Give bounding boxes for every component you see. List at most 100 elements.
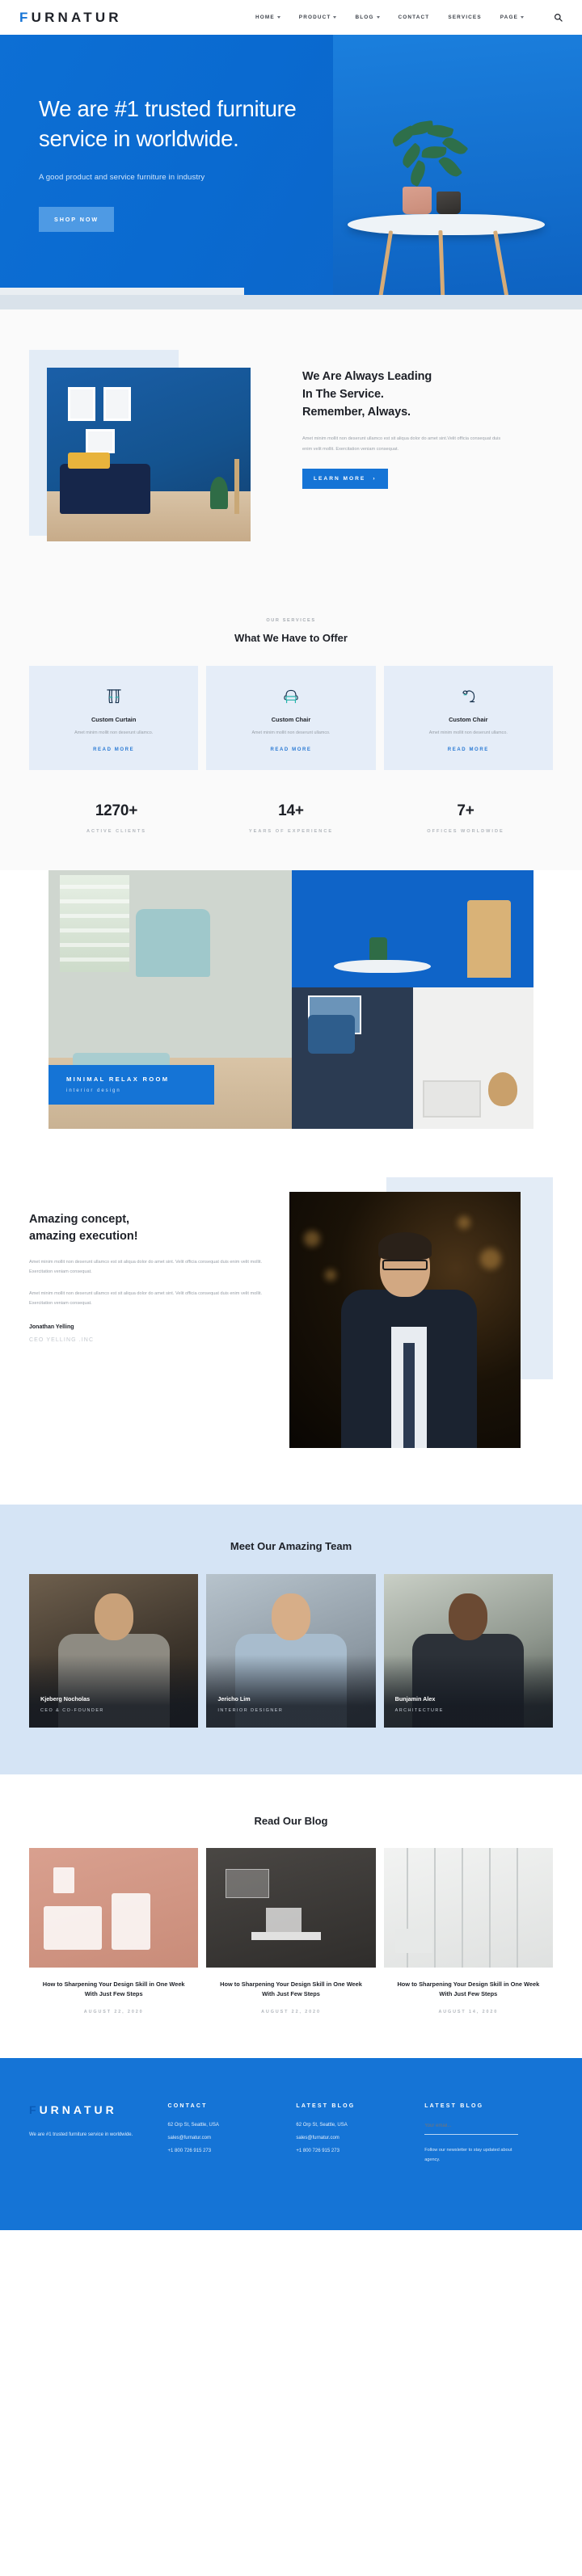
gallery-plant [369,937,387,962]
footer-logo-rest: URNATUR [39,2103,117,2117]
portrait-hair [378,1231,432,1260]
gallery-caption-title: MINIMAL RELAX ROOM [66,1075,170,1083]
stat-number: 7+ [457,802,474,819]
footer-blog-phone[interactable]: +1 800 726 915 273 [296,2149,424,2153]
hero-headline-line2: service in worldwide. [39,125,239,151]
stat-label: OFFICES WORLDWIDE [427,828,504,834]
footer-contact-email[interactable]: sales@furnatur.com [168,2136,297,2140]
nav-item-page[interactable]: PAGE [500,15,524,20]
member-info: Bunjamin Alex ARCHITECTURE [395,1695,444,1713]
member-role: INTERIOR DESIGNER [217,1707,284,1713]
learn-more-button[interactable]: LEARN MORE › [302,469,388,490]
blog-post-title: How to Sharpening Your Design Skill in O… [397,1980,540,1998]
footer-newsletter-column: LATEST BLOG Follow our newsletter to sta… [424,2103,553,2165]
gallery-wooden-chair [467,899,511,978]
portrait-suit [341,1289,477,1448]
footer-contact-list: 62 Orp St, Seattle, USA sales@furnatur.c… [168,2123,297,2153]
about-room-photo [47,368,251,541]
curtain-icon [44,684,183,709]
gallery-caption-sub: interior design [66,1088,121,1093]
service-read-more-link[interactable]: READ MORE [44,747,183,752]
hero-table-top [348,214,545,235]
about-text-column: We Are Always Leading In The Service. Re… [302,350,553,490]
search-icon[interactable] [554,13,563,22]
nav-label-product: PRODUCT [298,15,331,20]
service-card-title: Custom Chair [271,716,311,723]
blog-post-card[interactable]: How to Sharpening Your Design Skill in O… [29,1847,199,2015]
blog-post-date: AUGUST 22, 2020 [83,2010,144,2015]
nav-item-product[interactable]: PRODUCT [299,15,337,20]
footer-logo[interactable]: FURNATUR [29,2103,168,2116]
testimonial-heading-line1: Amazing concept, [29,1212,130,1226]
footer-contact-column: CONTACT 62 Orp St, Seattle, USA sales@fu… [168,2103,297,2165]
nav-item-contact[interactable]: CONTACT [399,15,430,20]
testimonial-heading-line2: amazing execution! [29,1230,138,1244]
team-member-card[interactable]: Kjeberg Nocholas CEO & CO-FOUNDER [29,1573,199,1728]
about-image-column [29,350,272,568]
footer-newsletter-note: Follow our newsletter to stay updated ab… [424,2148,512,2163]
stat-active-clients: 1270+ ACTIVE CLIENTS [29,802,204,834]
team-section: Meet Our Amazing Team Kjeberg Nocholas C… [0,1504,582,1774]
room-plant [210,477,228,509]
gallery-image-dining[interactable] [292,869,534,987]
member-name: Bunjamin Alex [394,1694,436,1703]
newsletter-email-input[interactable] [424,2124,519,2136]
shop-now-button[interactable]: SHOP NOW [39,207,115,233]
nav-label-blog: BLOG [355,15,374,20]
hero-divider [0,295,582,309]
blog-post-card[interactable]: How to Sharpening Your Design Skill in O… [383,1847,553,2014]
wall-frame [68,387,95,421]
chevron-down-icon [276,16,280,19]
about-section: We Are Always Leading In The Service. Re… [0,309,582,610]
stat-number: 1270+ [95,802,138,819]
blog-post-card[interactable]: How to Sharpening Your Design Skill in O… [206,1847,376,2014]
services-eyebrow: OUR SERVICES [266,618,316,623]
nav-label-page: PAGE [500,15,518,20]
member-gradient-overlay [383,1654,553,1728]
footer-blog-email[interactable]: sales@furnatur.com [296,2136,424,2140]
service-card-body: Amet minim mollit non deserunt ullamco. [428,730,508,735]
room-lamp [234,459,239,514]
footer-contact-heading: CONTACT [167,2103,208,2110]
logo-initial: F [19,9,32,25]
nav-item-home[interactable]: HOME [255,15,280,20]
blog-post-image [206,1847,376,1968]
hero-pot-small [436,192,461,214]
site-logo[interactable]: FURNATUR [19,10,122,26]
member-info: Kjeberg Nocholas CEO & CO-FOUNDER [40,1695,104,1713]
nav-label-home: HOME [255,15,275,20]
wall-frame [86,429,115,453]
footer-logo-initial: F [29,2103,40,2117]
gallery-image-nursery[interactable] [412,987,534,1129]
hero-plant [390,120,479,192]
service-read-more-link[interactable]: READ MORE [399,747,538,752]
testimonial-section: Amazing concept, amazing execution! Amet… [0,1128,582,1505]
member-info: Jericho Lim INTERIOR DESIGNER [217,1695,283,1713]
service-card-body: Amet minim mollit non deserunt ullamco. [74,730,154,735]
lamp-icon [399,684,538,709]
gallery-pillow [308,1014,355,1054]
member-gradient-overlay [29,1654,199,1728]
gallery-image-pillows[interactable] [292,987,413,1129]
service-card-title: Custom Chair [449,716,488,723]
wall-frame [103,387,131,421]
hero-pot-large [403,187,432,214]
team-member-card[interactable]: Bunjamin Alex ARCHITECTURE [383,1573,553,1728]
service-read-more-link[interactable]: READ MORE [221,747,361,752]
nav-item-blog[interactable]: BLOG [355,15,380,20]
stat-label: ACTIVE CLIENTS [86,828,146,834]
arrow-right-icon: › [373,476,377,482]
blog-post-image [29,1847,199,1968]
service-card-custom-lamp[interactable]: Custom Chair Amet minim mollit non deser… [383,666,553,770]
team-member-card[interactable]: Jericho Lim INTERIOR DESIGNER [206,1573,376,1728]
blog-title: Read Our Blog [254,1814,328,1827]
footer-contact-phone[interactable]: +1 800 726 915 273 [168,2149,297,2153]
footer-latest-blog-column: LATEST BLOG 62 Orp St, Seattle, USA sale… [296,2103,424,2165]
footer-latest-blog-list: 62 Orp St, Seattle, USA sales@furnatur.c… [296,2123,424,2153]
nav-item-services[interactable]: SERVICES [448,15,481,20]
service-card-custom-chair[interactable]: Custom Chair Amet minim mollit non deser… [206,666,376,770]
stat-years-experience: 14+ YEARS OF EXPERIENCE [204,802,378,834]
footer-contact-address: 62 Orp St, Seattle, USA [167,2123,219,2128]
gallery-image-relax-room[interactable]: MINIMAL RELAX ROOM interior design [48,869,292,1129]
service-card-custom-curtain[interactable]: Custom Curtain Amet minim mollit non des… [29,666,199,770]
